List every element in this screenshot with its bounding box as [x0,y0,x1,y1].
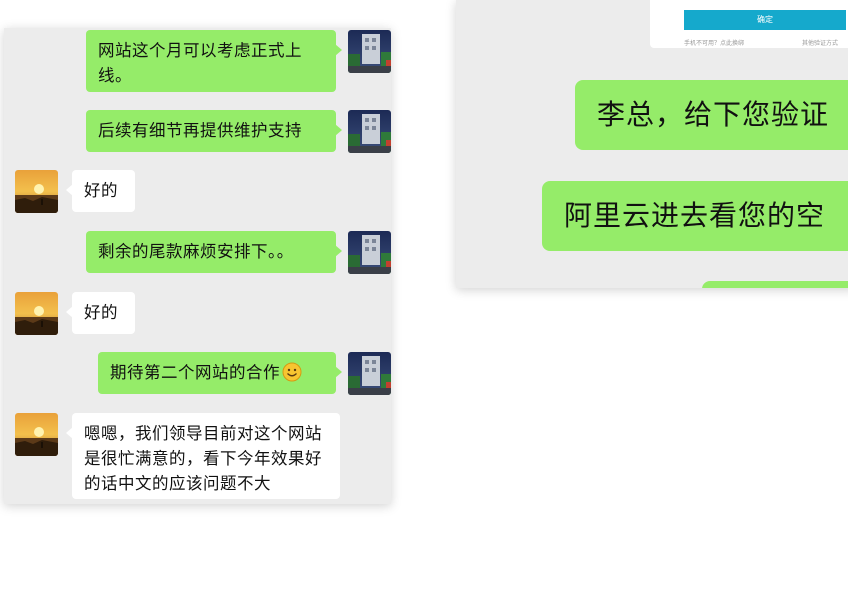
message-text: 后续有细节再提供维护支持 [98,121,302,140]
message-text: 期待第二个网站的合作 [110,363,280,382]
avatar[interactable] [348,231,391,274]
message-bubble-self[interactable]: 期待第二个网站的合作 [98,352,342,394]
other-verification-link: 其他验证方式 [802,40,839,47]
avatar[interactable] [348,30,391,73]
rebind-phone-link: 手机不可用？点此换绑 [684,40,745,47]
avatar[interactable] [15,292,58,335]
message-bubble-self[interactable]: 后续有细节再提供维护支持 [86,110,342,152]
message-text: 网站这个月可以考虑正式上线。 [98,41,302,85]
message-bubble-partial[interactable] [702,281,848,288]
message-bubble-self[interactable]: 阿里云进去看您的空 [542,181,848,251]
message-text: 李总，给下您验证 [597,98,830,131]
message-text: 阿里云进去看您的空 [564,199,826,232]
avatar[interactable] [15,170,58,213]
message-text: 好的 [84,303,118,322]
message-text: 剩余的尾款麻烦安排下。。 [98,242,294,261]
message-bubble-self[interactable]: 网站这个月可以考虑正式上线。 [86,30,342,92]
chat-window-right: 确定 手机不可用？点此换绑 其他验证方式 李总，给下您验证 阿里云进去看您的空 [456,0,848,288]
message-bubble-peer[interactable]: 好的 [66,292,135,334]
avatar[interactable] [15,413,58,456]
avatar[interactable] [348,352,391,395]
message-bubble-self[interactable]: 剩余的尾款麻烦安排下。。 [86,231,342,273]
message-bubble-self[interactable]: 李总，给下您验证 [575,80,848,150]
chat-window-left: 网站这个月可以考虑正式上线。 后续有细节再提供维护支持 好的 剩余的尾款麻烦安排… [4,28,391,504]
smiling-face-icon [282,362,302,382]
confirm-button: 确定 [684,10,846,30]
message-text: 嗯嗯，我们领导目前对这个网站是很忙满意的，看下今年效果好的话中文的应该问题不大 [84,424,322,493]
screenshot-thumbnail[interactable]: 确定 手机不可用？点此换绑 其他验证方式 [650,0,848,48]
message-bubble-peer[interactable]: 嗯嗯，我们领导目前对这个网站是很忙满意的，看下今年效果好的话中文的应该问题不大 [66,413,340,499]
message-text: 好的 [84,181,118,200]
message-bubble-peer[interactable]: 好的 [66,170,135,212]
avatar[interactable] [348,110,391,153]
